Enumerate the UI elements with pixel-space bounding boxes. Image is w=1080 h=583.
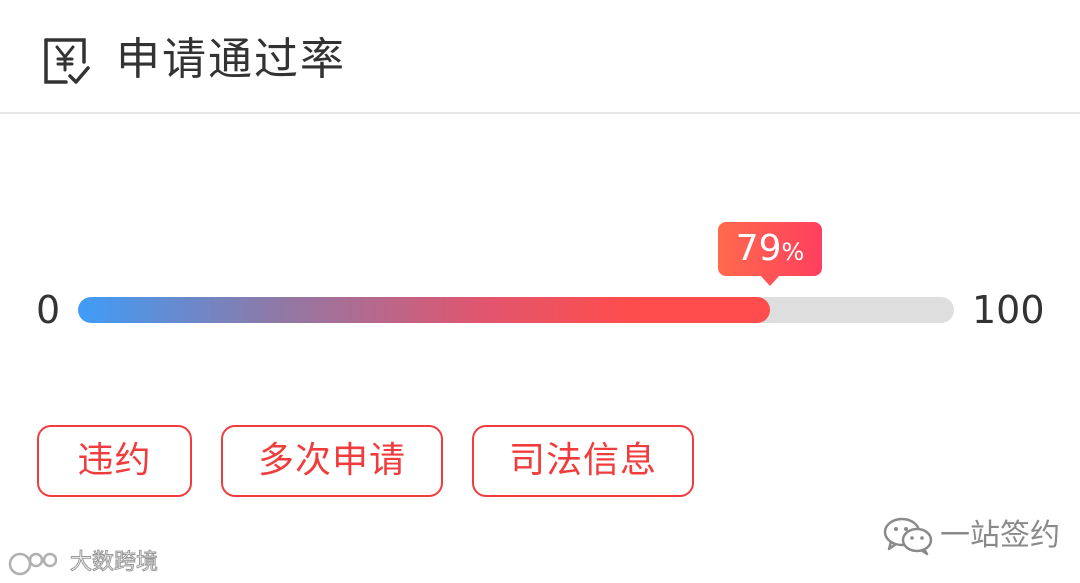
- scale-max-label: 100: [972, 288, 1045, 332]
- value-number: 79: [735, 228, 782, 269]
- card-header: 申请通过率: [0, 0, 1080, 114]
- watermark-left: 大数跨境: [6, 546, 159, 580]
- wechat-icon: [883, 517, 933, 556]
- brand-logo-icon: [8, 552, 58, 576]
- page-title: 申请通过率: [116, 34, 346, 85]
- receipt-yuan-icon: [44, 38, 90, 84]
- watermark-right-text: 一站签约: [940, 518, 1060, 553]
- watermark-left-text: 大数跨境: [69, 550, 159, 576]
- tag-judicial-info[interactable]: 司法信息: [472, 425, 694, 497]
- tag-multiple-applications[interactable]: 多次申请: [221, 425, 443, 497]
- scale-min-label: 0: [36, 288, 61, 332]
- progress-track: [78, 297, 954, 323]
- progress-fill: [78, 297, 771, 323]
- value-unit: %: [781, 238, 805, 266]
- application-pass-rate-card: 申请通过率 0 79% 100 违约 多次申请 司法信息 一站签约 大数跨境: [0, 0, 1080, 583]
- value-bubble: 79%: [718, 222, 823, 286]
- tag-default[interactable]: 违约: [37, 425, 192, 497]
